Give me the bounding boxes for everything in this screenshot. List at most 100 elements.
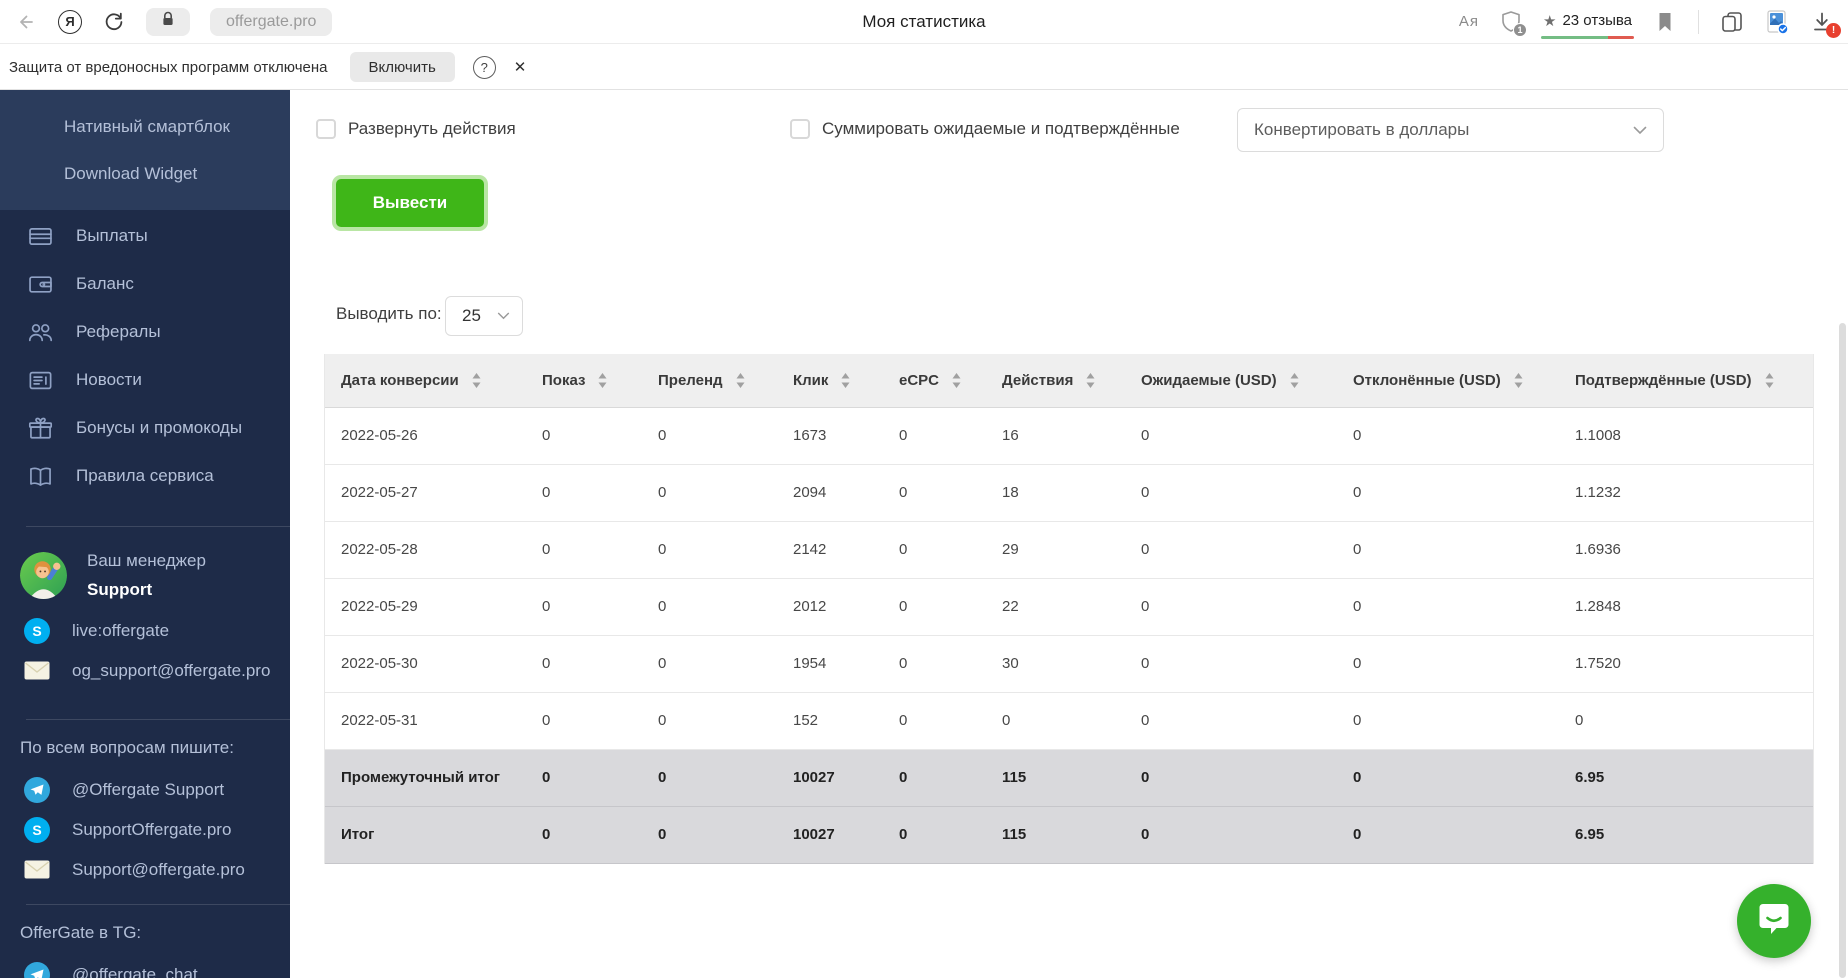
image-check-icon[interactable]	[1765, 9, 1789, 35]
sort-icon	[1290, 372, 1299, 388]
table-cell: 1954	[777, 635, 883, 693]
refresh-icon[interactable]	[102, 10, 126, 34]
column-header-actions[interactable]: Действия	[986, 354, 1125, 408]
convert-currency-select[interactable]: Конвертировать в доллары	[1237, 108, 1664, 152]
per-page-label: Выводить по:	[336, 304, 442, 323]
collections-icon[interactable]	[1720, 10, 1744, 34]
table-cell: 1673	[777, 407, 883, 465]
address-bar[interactable]: offergate.pro	[210, 7, 333, 36]
table-cell: 0	[1125, 635, 1337, 693]
table-cell: 29	[986, 521, 1125, 579]
sidebar-item-rules[interactable]: Правила сервиса	[0, 452, 290, 500]
table-row: 2022-05-29 0 0 2012 0 22 0 0 1.2848	[325, 578, 1813, 636]
table-cell: 0	[883, 692, 986, 750]
table-cell: 0	[1337, 635, 1559, 693]
column-header-declined[interactable]: Отклонённые (USD)	[1337, 354, 1559, 408]
tg-header: OfferGate в TG:	[20, 922, 142, 942]
contact-telegram-chat[interactable]: @offergate_chat	[0, 955, 290, 978]
contact-label: @Offergate Support	[72, 779, 225, 799]
contact-label: og_support@offergate.pro	[72, 660, 271, 680]
table-cell: 0	[526, 407, 642, 465]
contact-skype[interactable]: S live:offergate	[0, 611, 290, 651]
contact-email[interactable]: og_support@offergate.pro	[0, 651, 290, 691]
column-header-confirmed[interactable]: Подтверждённые (USD)	[1559, 354, 1813, 408]
table-cell: 2022-05-27	[325, 464, 526, 522]
site-security-button[interactable]	[146, 7, 190, 36]
contact-skype-2[interactable]: S SupportOffergate.pro	[0, 810, 290, 850]
table-cell: 0	[883, 749, 986, 807]
table-cell: 0	[1337, 806, 1559, 864]
chevron-down-icon	[1633, 126, 1647, 135]
column-header-click[interactable]: Клик	[777, 354, 883, 408]
table-row: 2022-05-30 0 0 1954 0 30 0 0 1.7520	[325, 635, 1813, 693]
select-value: 25	[462, 306, 481, 325]
table-cell: 2012	[777, 578, 883, 636]
sidebar-item-balance[interactable]: Баланс	[0, 260, 290, 308]
toolbar-left: Я offergate.pro	[14, 7, 333, 36]
skype-icon: S	[24, 816, 50, 843]
table-cell: 0	[1337, 521, 1559, 579]
table-cell: 0	[642, 578, 777, 636]
column-header-expected[interactable]: Ожидаемые (USD)	[1125, 354, 1337, 408]
column-header-ecpc[interactable]: eCPC	[883, 354, 986, 408]
sidebar-item-payouts[interactable]: Выплаты	[0, 212, 290, 260]
per-page-select[interactable]: 25	[445, 296, 523, 336]
avatar	[20, 552, 67, 600]
expand-actions-checkbox[interactable]: Развернуть действия	[316, 119, 516, 139]
column-header-date[interactable]: Дата конверсии	[325, 354, 526, 408]
sidebar-item-news[interactable]: Новости	[0, 356, 290, 404]
table-cell: 2022-05-26	[325, 407, 526, 465]
contact-email-2[interactable]: Support@offergate.pro	[0, 850, 290, 890]
column-header-preland[interactable]: Преленд	[642, 354, 777, 408]
mail-icon	[24, 860, 50, 879]
contact-label: Support@offergate.pro	[72, 859, 245, 879]
scrollbar[interactable]	[1839, 323, 1846, 978]
star-icon: ★	[1543, 12, 1557, 30]
help-icon[interactable]: ?	[472, 55, 496, 79]
close-notice-icon[interactable]: ✕	[514, 58, 527, 76]
table-cell: 0	[526, 749, 642, 807]
back-icon[interactable]	[14, 10, 38, 34]
table-cell: 1.2848	[1559, 578, 1813, 636]
column-header-shows[interactable]: Показ	[526, 354, 642, 408]
submit-button[interactable]: Вывести	[336, 179, 484, 227]
toolbar-right: Aя 1 ★ 23 отзыва !	[1459, 9, 1841, 39]
yandex-logo-icon[interactable]: Я	[58, 9, 82, 34]
sidebar-item-bonuses[interactable]: Бонусы и промокоды	[0, 404, 290, 452]
contact-telegram-support[interactable]: @Offergate Support	[0, 770, 290, 810]
table-cell: 1.6936	[1559, 521, 1813, 579]
table-cell: 18	[986, 464, 1125, 522]
notice-text: Защита от вредоносных программ отключена	[9, 58, 328, 76]
table-cell: 115	[986, 749, 1125, 807]
table-cell: 0	[1337, 692, 1559, 750]
telegram-icon	[24, 961, 50, 978]
bookmark-icon[interactable]	[1653, 10, 1677, 34]
checkbox-label: Суммировать ожидаемые и подтверждённые	[822, 119, 1180, 138]
table-cell: 2022-05-31	[325, 692, 526, 750]
table-cell: 30	[986, 635, 1125, 693]
table-cell: 0	[883, 407, 986, 465]
skype-icon: S	[24, 617, 50, 644]
sum-expected-confirmed-checkbox[interactable]: Суммировать ожидаемые и подтверждённые	[790, 119, 1180, 139]
sidebar-item-label: Рефералы	[76, 322, 161, 341]
table-row: 2022-05-28 0 0 2142 0 29 0 0 1.6936	[325, 521, 1813, 579]
table-cell: 0	[883, 806, 986, 864]
sidebar-item-native-smartblock[interactable]: Нативный смартблок	[0, 103, 290, 150]
table-cell: 0	[1337, 749, 1559, 807]
table-cell: 22	[986, 578, 1125, 636]
sort-icon	[598, 372, 607, 388]
table-cell: 0	[1125, 464, 1337, 522]
table-cell: 0	[1337, 464, 1559, 522]
shield-badge: 1	[1513, 23, 1527, 37]
table-cell: 0	[1337, 407, 1559, 465]
sidebar-item-download-widget[interactable]: Download Widget	[0, 150, 290, 197]
table-cell: 0	[642, 407, 777, 465]
contact-label: @offergate_chat	[72, 964, 198, 978]
sidebar-item-referrals[interactable]: Рефералы	[0, 308, 290, 356]
translate-icon[interactable]: Aя	[1459, 13, 1479, 30]
chat-widget-button[interactable]	[1737, 884, 1811, 958]
shield-icon[interactable]: 1	[1500, 10, 1527, 37]
reviews-rating[interactable]: ★ 23 отзыва	[1541, 12, 1634, 39]
download-icon[interactable]: !	[1810, 10, 1841, 38]
enable-protection-button[interactable]: Включить	[349, 52, 455, 82]
